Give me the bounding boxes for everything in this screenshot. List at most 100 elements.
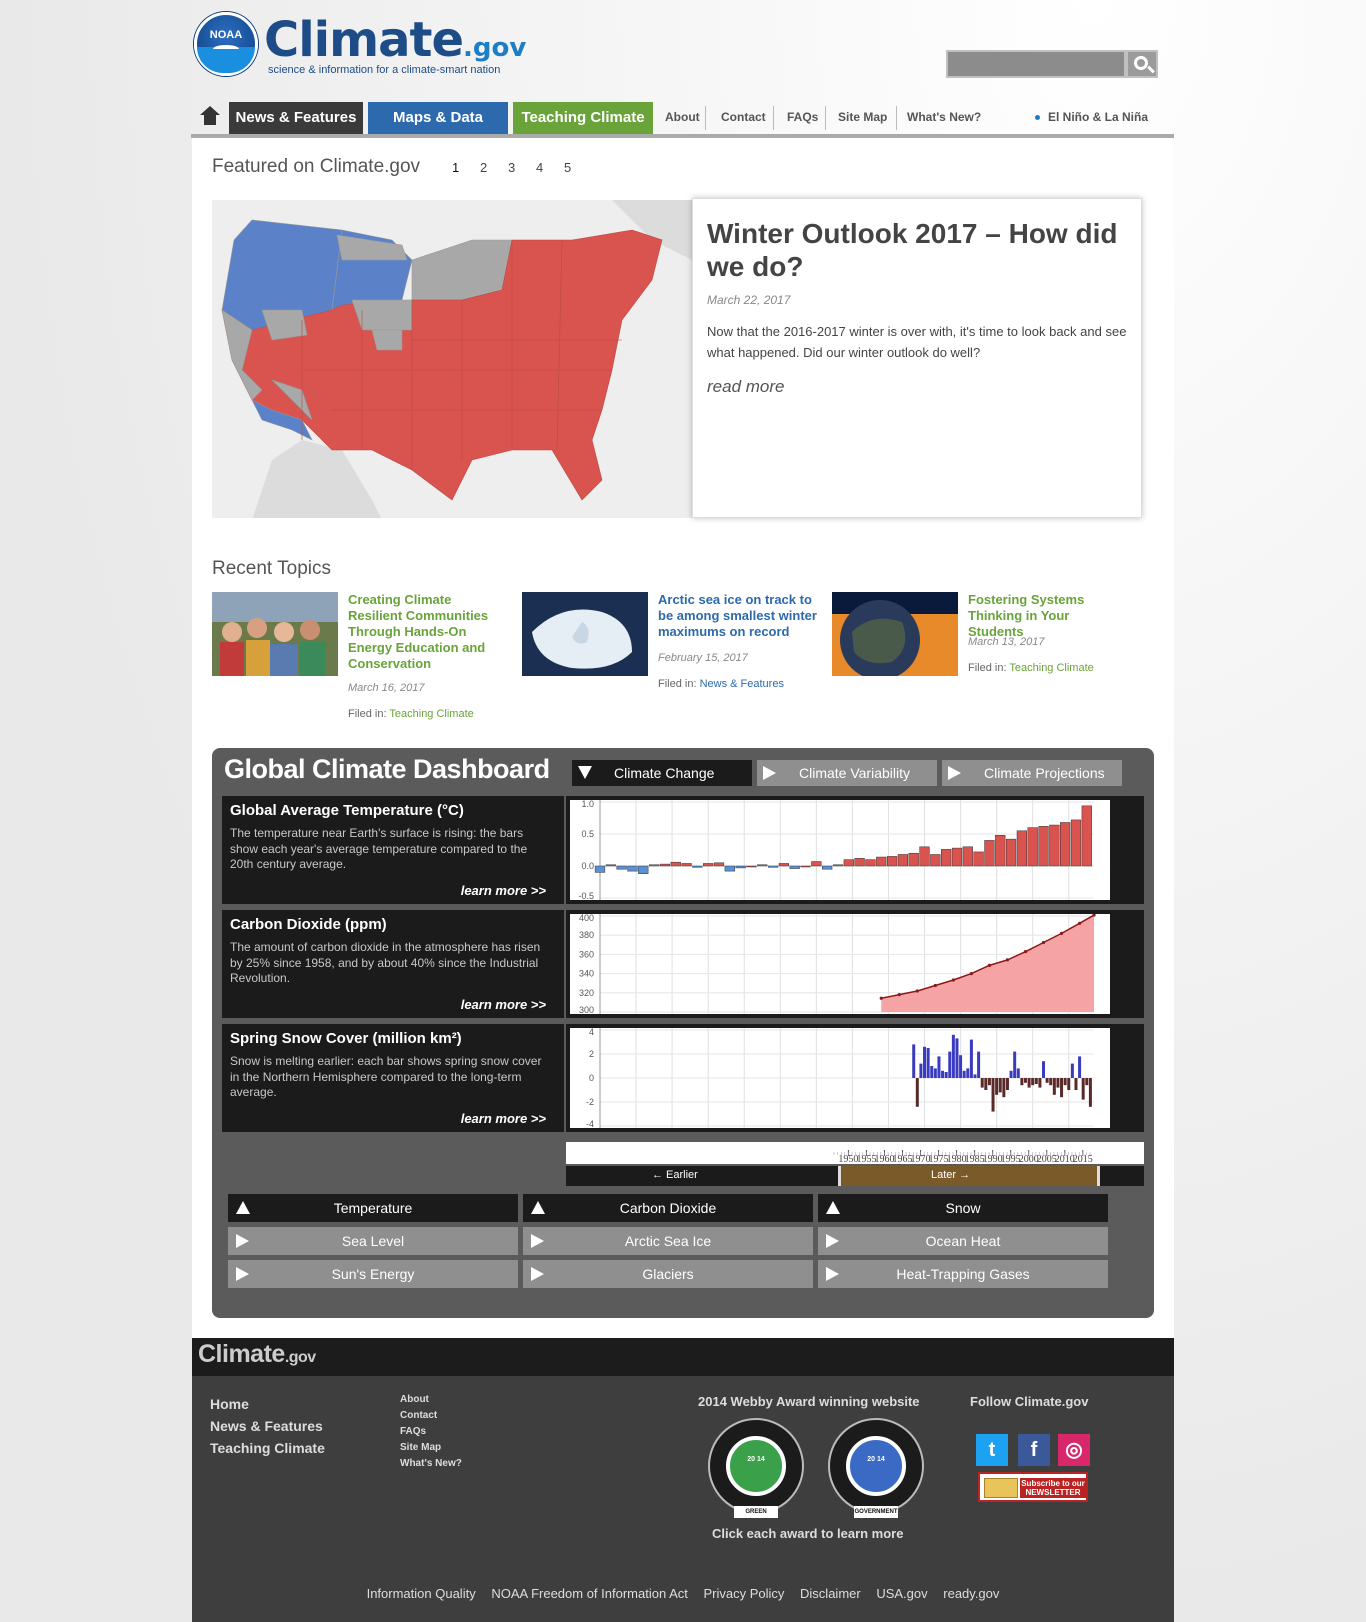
- facebook-icon[interactable]: f: [1018, 1434, 1050, 1466]
- search-input[interactable]: [946, 50, 1126, 78]
- search-icon-handle: [1147, 65, 1155, 74]
- footer-link-disclaimer[interactable]: Disclaimer: [800, 1586, 861, 1601]
- read-more-link[interactable]: read more: [707, 377, 784, 397]
- tab-climate-change[interactable]: Climate Change: [572, 760, 752, 786]
- pager-item[interactable]: 2: [480, 160, 508, 175]
- twitter-icon[interactable]: t: [976, 1434, 1008, 1466]
- footer-link-site-map[interactable]: Site Map: [400, 1442, 462, 1453]
- newsletter-label: Subscribe to our NEWSLETTER: [1020, 1478, 1086, 1498]
- topic-category-link[interactable]: Teaching Climate: [1009, 662, 1093, 674]
- footer-link-privacy[interactable]: Privacy Policy: [703, 1586, 784, 1601]
- indicator-temperature[interactable]: Temperature: [228, 1194, 518, 1222]
- footer-link-news[interactable]: News & Features: [210, 1418, 325, 1434]
- temperature-chart[interactable]: 1.0 0.5 0.0 -0.5: [570, 800, 1110, 900]
- footer-link-whats-new[interactable]: What's New?: [400, 1458, 462, 1469]
- indicator-suns-energy[interactable]: Sun's Energy: [228, 1260, 518, 1288]
- temperature-bar: [1060, 822, 1071, 867]
- temperature-bar: [897, 854, 909, 867]
- topic-thumbnail[interactable]: [212, 592, 338, 676]
- snow-chart[interactable]: 4 2 0 -2 -4: [570, 1028, 1110, 1128]
- nav-link-contact[interactable]: Contact: [721, 110, 766, 124]
- tab-teaching-climate[interactable]: Teaching Climate: [513, 102, 653, 134]
- newsletter-button[interactable]: Subscribe to our NEWSLETTER: [978, 1472, 1088, 1502]
- pager-item[interactable]: 5: [564, 160, 592, 175]
- timeline-year-label: 1960: [874, 1154, 894, 1164]
- nav-link-whats-new[interactable]: What's New?: [907, 110, 981, 124]
- learn-more-link[interactable]: learn more >>: [461, 883, 546, 898]
- topic-title[interactable]: Creating Climate Resilient Communities T…: [348, 592, 508, 672]
- y-tick-label: 2: [589, 1049, 594, 1059]
- tab-climate-variability[interactable]: Climate Variability: [757, 760, 937, 786]
- temperature-bar: [1081, 805, 1092, 867]
- tab-climate-projections[interactable]: Climate Projections: [942, 760, 1122, 786]
- badge-inner: [846, 1436, 906, 1496]
- snow-bar: [944, 1072, 948, 1078]
- instagram-icon[interactable]: ◎: [1058, 1434, 1090, 1466]
- featured-article-title[interactable]: Winter Outlook 2017 – How did we do?: [707, 217, 1127, 283]
- nav-link-faqs[interactable]: FAQs: [787, 110, 818, 124]
- topic-category-link[interactable]: Teaching Climate: [389, 708, 473, 720]
- featured-article-card[interactable]: Winter Outlook 2017 – How did we do? Mar…: [692, 198, 1142, 518]
- home-icon[interactable]: [200, 106, 220, 126]
- badge-year: 20 14: [867, 1456, 885, 1463]
- indicator-arctic-sea-ice[interactable]: Arctic Sea Ice: [523, 1227, 813, 1255]
- temperature-bar: [746, 865, 757, 868]
- indicator-carbon-dioxide[interactable]: Carbon Dioxide: [523, 1194, 813, 1222]
- snow-bar: [926, 1048, 930, 1078]
- slider-earlier-label[interactable]: ← Earlier: [652, 1169, 698, 1181]
- pager-item[interactable]: 4: [536, 160, 564, 175]
- co2-chart[interactable]: 400 380 360 340 320 300: [570, 914, 1110, 1014]
- footer-link-faqs[interactable]: FAQs: [400, 1426, 462, 1437]
- indicator-label: Glaciers: [642, 1266, 694, 1282]
- footer-link-foia[interactable]: NOAA Freedom of Information Act: [491, 1586, 688, 1601]
- learn-more-link[interactable]: learn more >>: [461, 1111, 546, 1126]
- indicator-sea-level[interactable]: Sea Level: [228, 1227, 518, 1255]
- indicator-heat-trapping-gases[interactable]: Heat-Trapping Gases: [818, 1260, 1108, 1288]
- footer-link-ready-gov[interactable]: ready.gov: [943, 1586, 999, 1601]
- temperature-bar: [811, 861, 822, 867]
- footer-link-info-quality[interactable]: Information Quality: [367, 1586, 476, 1601]
- footer-link-usa-gov[interactable]: USA.gov: [876, 1586, 927, 1601]
- slider-later-region[interactable]: Later →: [838, 1166, 1100, 1186]
- nav-link-about[interactable]: About: [665, 110, 700, 124]
- logo-tagline: science & information for a climate-smar…: [268, 64, 501, 76]
- topic-thumbnail[interactable]: [522, 592, 648, 676]
- snow-bar: [1060, 1078, 1064, 1098]
- footer-link-about[interactable]: About: [400, 1394, 462, 1405]
- topic-title[interactable]: Fostering Systems Thinking in Your Stude…: [968, 592, 1128, 640]
- footer-wordmark[interactable]: Climate.gov: [198, 1340, 316, 1369]
- climate-dashboard: Global Climate Dashboard Climate Change …: [212, 748, 1154, 1318]
- search-button[interactable]: [1126, 50, 1158, 78]
- slider-later-label[interactable]: Later →: [931, 1169, 970, 1181]
- webby-badge-green[interactable]: 20 14 GREEN: [708, 1418, 804, 1518]
- topic-category-link[interactable]: News & Features: [700, 678, 784, 690]
- footer-link-home[interactable]: Home: [210, 1396, 325, 1412]
- tab-news-features[interactable]: News & Features: [229, 102, 363, 134]
- pager-item[interactable]: 1: [452, 160, 480, 175]
- indicator-label: Sun's Energy: [331, 1266, 415, 1282]
- triangle-right-icon: [826, 1234, 839, 1248]
- temperature-bar: [648, 864, 660, 867]
- featured-map-image[interactable]: [212, 200, 692, 518]
- pager-item[interactable]: 3: [508, 160, 536, 175]
- webby-badge-government[interactable]: 20 14 GOVERNMENT: [828, 1418, 924, 1518]
- nav-link-el-nino[interactable]: El Niño & La Niña: [1035, 110, 1148, 124]
- snow-bar: [912, 1044, 916, 1078]
- noaa-gull: [213, 45, 239, 53]
- site-logo[interactable]: NOAA Climate.gov science & information f…: [194, 12, 526, 82]
- learn-more-link[interactable]: learn more >>: [461, 997, 546, 1012]
- indicator-ocean-heat[interactable]: Ocean Heat: [818, 1227, 1108, 1255]
- temperature-bar: [1070, 819, 1082, 867]
- topic-thumbnail[interactable]: [832, 592, 958, 680]
- time-slider[interactable]: ← Earlier Later →: [566, 1166, 1144, 1186]
- y-tick-label: 360: [579, 949, 594, 959]
- footer-link-contact[interactable]: Contact: [400, 1410, 462, 1421]
- nav-link-site-map[interactable]: Site Map: [838, 110, 887, 124]
- indicator-glaciers[interactable]: Glaciers: [523, 1260, 813, 1288]
- tab-maps-data[interactable]: Maps & Data: [368, 102, 508, 134]
- snow-bar: [1005, 1078, 1009, 1090]
- indicator-snow[interactable]: Snow: [818, 1194, 1108, 1222]
- topic-title[interactable]: Arctic sea ice on track to be among smal…: [658, 592, 818, 640]
- footer-link-teaching[interactable]: Teaching Climate: [210, 1440, 325, 1456]
- snow-bar: [941, 1070, 945, 1078]
